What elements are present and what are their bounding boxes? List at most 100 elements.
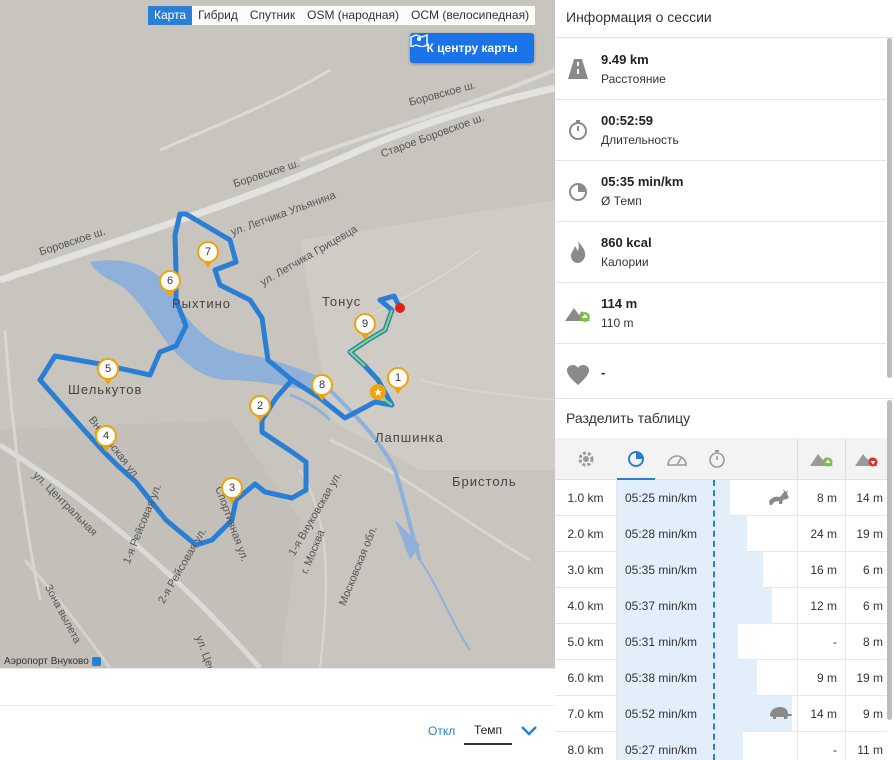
split-km: 2.0 km	[555, 516, 617, 552]
average-pace-line	[713, 480, 715, 760]
scrollbar-thumb[interactable]	[887, 400, 892, 720]
session-panel: Информация о сессии 9.49 km Расстояние 00…	[555, 0, 894, 760]
split-pace: 05:27 min/km	[625, 743, 698, 757]
pace-column-icon[interactable]	[617, 438, 655, 480]
split-km: 1.0 km	[555, 480, 617, 516]
settings-icon[interactable]	[555, 438, 617, 480]
divider	[0, 705, 555, 706]
airport-name: Аэропорт Внуково	[4, 656, 89, 667]
split-elevation-gain: 12 m	[797, 588, 841, 624]
stat-label: Калории	[601, 255, 649, 269]
heart-icon	[555, 364, 601, 386]
stat-label: Расстояние	[601, 72, 666, 86]
split-pace: 05:37 min/km	[625, 599, 698, 613]
road-icon	[555, 57, 601, 81]
stat-elevation: 114 m 110 m	[555, 283, 886, 344]
stat-distance: 9.49 km Расстояние	[555, 39, 886, 100]
map-canvas: ★	[0, 0, 555, 668]
table-row[interactable]: 8.0 km 05:27 min/km -11 m	[555, 732, 887, 760]
km-marker-8[interactable]: 8	[311, 374, 333, 396]
km-marker-3[interactable]: 3	[221, 477, 243, 499]
stat-label: Длительность	[601, 133, 679, 147]
km-marker-7[interactable]: 7	[197, 241, 219, 263]
stat-value: 05:35 min/km	[601, 174, 684, 189]
center-map-label: К центру карты	[426, 41, 518, 55]
split-elevation-gain: 14 m	[797, 696, 841, 732]
km-marker-9[interactable]: 9	[354, 313, 376, 335]
split-elevation-loss: 6 m	[845, 588, 887, 624]
session-title: Информация о сессии	[555, 0, 894, 38]
turtle-icon	[767, 704, 793, 725]
split-elevation-loss: 11 m	[845, 732, 887, 760]
map-view[interactable]: ★ Боровское ш. Боровское ш. Боровское ш.…	[0, 0, 555, 668]
label-bristol: Бристоль	[452, 474, 517, 489]
table-row[interactable]: 1.0 km 05:25 min/km 8 m 14 m	[555, 480, 887, 516]
split-elevation-gain: 9 m	[797, 660, 841, 696]
km-marker-1[interactable]: 1	[387, 367, 409, 389]
stat-duration: 00:52:59 Длительность	[555, 100, 886, 161]
split-table-header	[555, 438, 887, 480]
stat-pace: 05:35 min/km Ø Темп	[555, 161, 886, 222]
stat-value: 9.49 km	[601, 52, 649, 67]
split-table-body: 1.0 km 05:25 min/km 8 m 14 m 2.0 km 05:28 min…	[555, 480, 887, 760]
stat-label: Ø Темп	[601, 194, 642, 208]
chevron-down-icon[interactable]	[520, 717, 538, 745]
split-elevation-gain: 8 m	[797, 480, 841, 516]
stat-heart-rate: -	[555, 344, 886, 405]
stat-value: 114 m	[601, 296, 638, 311]
pace-icon	[555, 180, 601, 202]
elevation-loss-icon[interactable]	[845, 438, 887, 480]
scrollbar-thumb[interactable]	[887, 38, 892, 378]
end-point	[395, 303, 405, 313]
split-table-scrollbar[interactable]	[887, 400, 892, 720]
split-pace: 05:52 min/km	[625, 707, 698, 721]
tab-hybrid[interactable]: Гибрид	[192, 6, 244, 25]
map-pin-icon	[410, 33, 428, 47]
label-lapshinka: Лапшинка	[375, 430, 444, 445]
stat-label: 110 m	[601, 316, 634, 330]
center-map-button[interactable]: К центру карты	[410, 33, 534, 63]
speedometer-icon[interactable]	[655, 438, 699, 480]
tab-osm[interactable]: OSM (народная)	[301, 6, 405, 25]
split-km: 4.0 km	[555, 588, 617, 624]
table-row[interactable]: 5.0 km 05:31 min/km -8 m	[555, 624, 887, 660]
km-marker-6[interactable]: 6	[159, 270, 181, 292]
km-marker-2[interactable]: 2	[249, 395, 271, 417]
split-pace: 05:28 min/km	[625, 527, 698, 541]
table-row[interactable]: 4.0 km 05:37 min/km 12 m6 m	[555, 588, 887, 624]
split-km: 3.0 km	[555, 552, 617, 588]
session-scrollbar[interactable]	[887, 38, 892, 378]
train-icon	[91, 657, 101, 666]
split-elevation-loss: 19 m	[845, 660, 887, 696]
split-pace: 05:35 min/km	[625, 563, 698, 577]
split-elevation-loss: 6 m	[845, 552, 887, 588]
map-type-tabs: Карта Гибрид Спутник OSM (народная) OCM …	[148, 6, 536, 25]
table-row[interactable]: 3.0 km 05:35 min/km 16 m6 m	[555, 552, 887, 588]
stat-calories: 860 kcal Калории	[555, 222, 886, 283]
tab-ocm[interactable]: OCM (велосипедная)	[405, 6, 535, 25]
stat-value: 00:52:59	[601, 113, 654, 128]
flame-icon	[555, 240, 601, 264]
table-row[interactable]: 2.0 km 05:28 min/km 24 m 19 m	[555, 516, 887, 552]
km-marker-5[interactable]: 5	[97, 358, 119, 380]
tab-map[interactable]: Карта	[148, 6, 193, 25]
table-row[interactable]: 6.0 km 05:38 min/km 9 m 19 m	[555, 660, 887, 696]
off-toggle[interactable]: Откл	[428, 717, 455, 745]
table-row[interactable]: 7.0 km 05:52 min/km 14 m9 m	[555, 696, 887, 732]
split-km: 7.0 km	[555, 696, 617, 732]
airport-label: Аэропорт Внуково	[4, 656, 101, 667]
split-elevation-loss: 8 m	[845, 624, 887, 660]
split-elevation-gain: -	[797, 624, 841, 660]
elevation-gain-icon[interactable]	[797, 438, 845, 480]
svg-text:★: ★	[373, 387, 383, 399]
split-km: 8.0 km	[555, 732, 617, 760]
split-km: 5.0 km	[555, 624, 617, 660]
km-marker-4[interactable]: 4	[95, 425, 117, 447]
tab-satellite[interactable]: Спутник	[244, 6, 301, 25]
stat-value: 860 kcal	[601, 235, 652, 250]
elevation-up-icon	[555, 303, 601, 323]
pace-toggle[interactable]: Темп	[464, 717, 512, 745]
stopwatch-icon	[555, 119, 601, 141]
split-elevation-loss: 9 m	[845, 696, 887, 732]
stopwatch-column-icon[interactable]	[699, 438, 735, 480]
